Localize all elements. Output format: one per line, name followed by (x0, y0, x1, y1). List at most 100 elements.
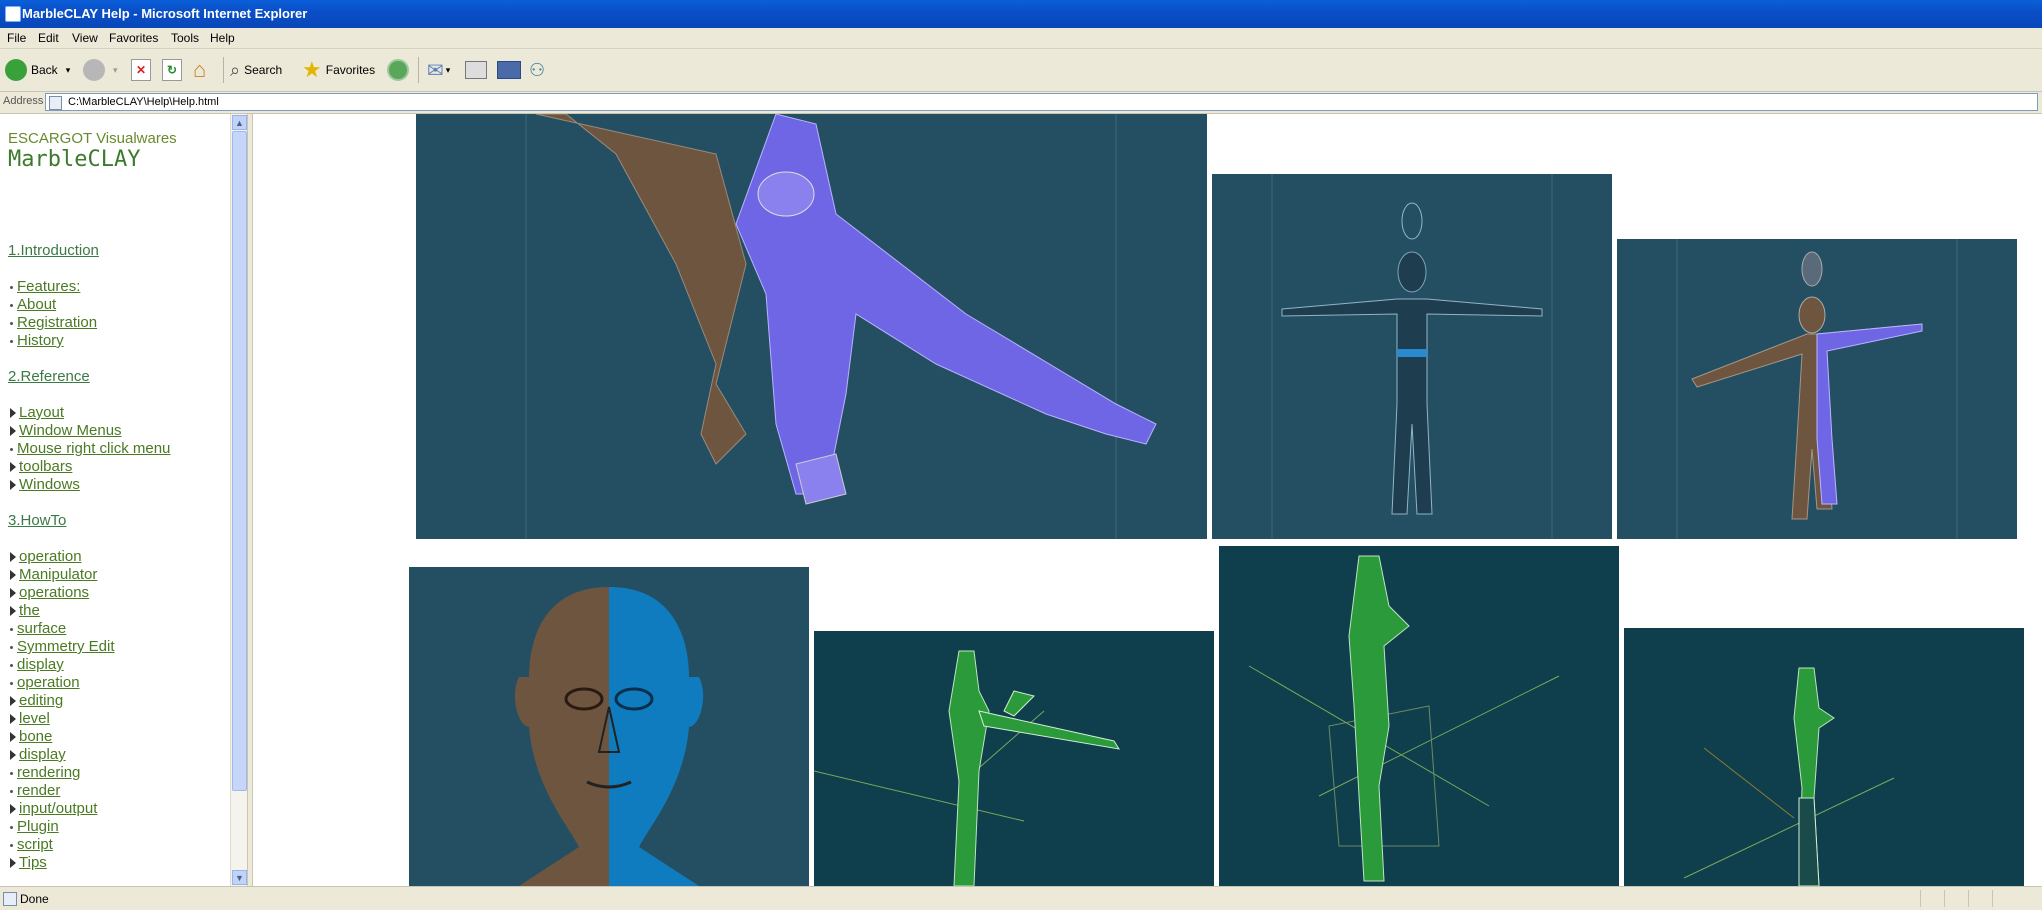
bullet-dot-icon (10, 321, 13, 325)
home-button[interactable]: ⌂ (193, 57, 206, 83)
nav-link-input-output[interactable]: input/output (10, 800, 97, 817)
render-image-7 (1624, 628, 2024, 886)
nav-link-label: level (19, 710, 50, 727)
favorites-button[interactable]: ★ Favorites (302, 57, 375, 83)
bullet-dot-icon (10, 339, 13, 343)
render-image-6 (1219, 546, 1619, 886)
refresh-button[interactable]: ↻ (162, 57, 182, 83)
title-bar: MarbleCLAY Help - Microsoft Internet Exp… (0, 0, 2042, 28)
frame-divider[interactable] (247, 114, 253, 886)
address-label: Address (3, 95, 44, 107)
render-image-5 (814, 631, 1214, 886)
scroll-thumb[interactable] (232, 131, 247, 791)
menu-favorites[interactable]: Favorites (109, 31, 158, 45)
nav-link-tips[interactable]: Tips (10, 854, 47, 871)
nav-link-the[interactable]: the (10, 602, 40, 619)
product-name: MarbleCLAY (8, 147, 141, 172)
address-url: C:\MarbleCLAY\Help\Help.html (68, 96, 219, 108)
nav-link-mouse-right-click-menu[interactable]: Mouse right click menu (10, 440, 170, 457)
nav-link-registration[interactable]: Registration (10, 314, 97, 331)
edit-button[interactable] (497, 57, 521, 83)
status-pane (1992, 890, 2041, 907)
nav-link-operation[interactable]: operation (10, 674, 80, 691)
status-pane (1920, 890, 1943, 907)
menu-tools[interactable]: Tools (171, 31, 199, 45)
expand-triangle-icon (10, 750, 16, 761)
status-bar: Done (0, 886, 2042, 910)
nav-link-windows[interactable]: Windows (10, 476, 80, 493)
nav-link-operation[interactable]: operation (10, 548, 82, 565)
bullet-dot-icon (10, 447, 13, 451)
expand-triangle-icon (10, 408, 16, 419)
nav-link-label: display (17, 656, 64, 673)
menu-file[interactable]: File (7, 31, 26, 45)
render-image-4 (409, 567, 809, 886)
expand-triangle-icon (10, 588, 16, 599)
nav-link-label: Manipulator (19, 566, 98, 583)
nav-link-editing[interactable]: editing (10, 692, 63, 709)
forward-button[interactable]: ▾ (83, 57, 118, 83)
toolbar-divider (223, 57, 224, 83)
history-button[interactable] (387, 57, 409, 83)
messenger-button[interactable]: ⚇ (529, 57, 545, 83)
mail-button[interactable]: ✉ ▾ (427, 57, 450, 83)
nav-link-history[interactable]: History (10, 332, 64, 349)
address-bar: Address C:\MarbleCLAY\Help\Help.html (0, 92, 2042, 114)
section-introduction[interactable]: 1.Introduction (8, 242, 99, 259)
toolbar-divider (418, 57, 419, 83)
nav-link-display[interactable]: display (10, 656, 64, 673)
nav-link-rendering[interactable]: rendering (10, 764, 80, 781)
nav-link-layout[interactable]: Layout (10, 404, 64, 421)
print-button[interactable] (465, 57, 487, 83)
nav-link-label: the (19, 602, 40, 619)
status-pane (1968, 890, 1991, 907)
menu-bar: File Edit View Favorites Tools Help (0, 28, 2042, 49)
forward-arrow-icon (83, 59, 105, 81)
search-button[interactable]: ⌕ Search (230, 57, 282, 83)
nav-scrollbar[interactable]: ▲ ▼ (230, 114, 248, 886)
nav-link-symmetry-edit[interactable]: Symmetry Edit (10, 638, 115, 655)
menu-help[interactable]: Help (210, 31, 235, 45)
page-icon (49, 96, 62, 110)
nav-link-window-menus[interactable]: Window Menus (10, 422, 122, 439)
nav-link-toolbars[interactable]: toolbars (10, 458, 72, 475)
back-arrow-icon (5, 59, 27, 81)
nav-link-render[interactable]: render (10, 782, 60, 799)
back-button[interactable]: Back ▾ (5, 57, 70, 83)
toolbar: Back ▾ ▾ ✕ ↻ ⌂ ⌕ Search ★ Favorites ✉ ▾ … (0, 49, 2042, 92)
bullet-dot-icon (10, 663, 13, 667)
section-reference[interactable]: 2.Reference (8, 368, 90, 385)
nav-link-surface[interactable]: surface (10, 620, 66, 637)
search-icon: ⌕ (230, 59, 241, 80)
menu-edit[interactable]: Edit (38, 31, 59, 45)
mail-dropdown-icon: ▾ (445, 64, 451, 75)
bullet-dot-icon (10, 645, 13, 649)
nav-link-manipulator[interactable]: Manipulator (10, 566, 97, 583)
nav-link-script[interactable]: script (10, 836, 53, 853)
status-pane (1944, 890, 1967, 907)
nav-link-display[interactable]: display (10, 746, 66, 763)
scroll-down-arrow-icon[interactable]: ▼ (232, 870, 247, 885)
address-input[interactable]: C:\MarbleCLAY\Help\Help.html (45, 93, 2038, 111)
section-howto[interactable]: 3.HowTo (8, 512, 66, 529)
expand-triangle-icon (10, 804, 16, 815)
nav-link-about[interactable]: About (10, 296, 56, 313)
nav-link-level[interactable]: level (10, 710, 50, 727)
expand-triangle-icon (10, 732, 16, 743)
nav-link-plugin[interactable]: Plugin (10, 818, 59, 835)
menu-view[interactable]: View (72, 31, 98, 45)
scroll-up-arrow-icon[interactable]: ▲ (232, 115, 247, 130)
expand-triangle-icon (10, 462, 16, 473)
nav-link-operations[interactable]: operations (10, 584, 89, 601)
back-dropdown-icon[interactable]: ▾ (66, 65, 71, 76)
forward-dropdown-icon[interactable]: ▾ (113, 65, 118, 76)
nav-link-label: Plugin (17, 818, 59, 835)
bullet-dot-icon (10, 843, 13, 847)
nav-link-features[interactable]: Features: (10, 278, 80, 295)
stop-button[interactable]: ✕ (131, 57, 151, 83)
ie-icon (5, 6, 21, 22)
back-label: Back (31, 63, 58, 77)
bullet-dot-icon (10, 771, 13, 775)
history-icon (387, 59, 409, 81)
nav-link-bone[interactable]: bone (10, 728, 52, 745)
